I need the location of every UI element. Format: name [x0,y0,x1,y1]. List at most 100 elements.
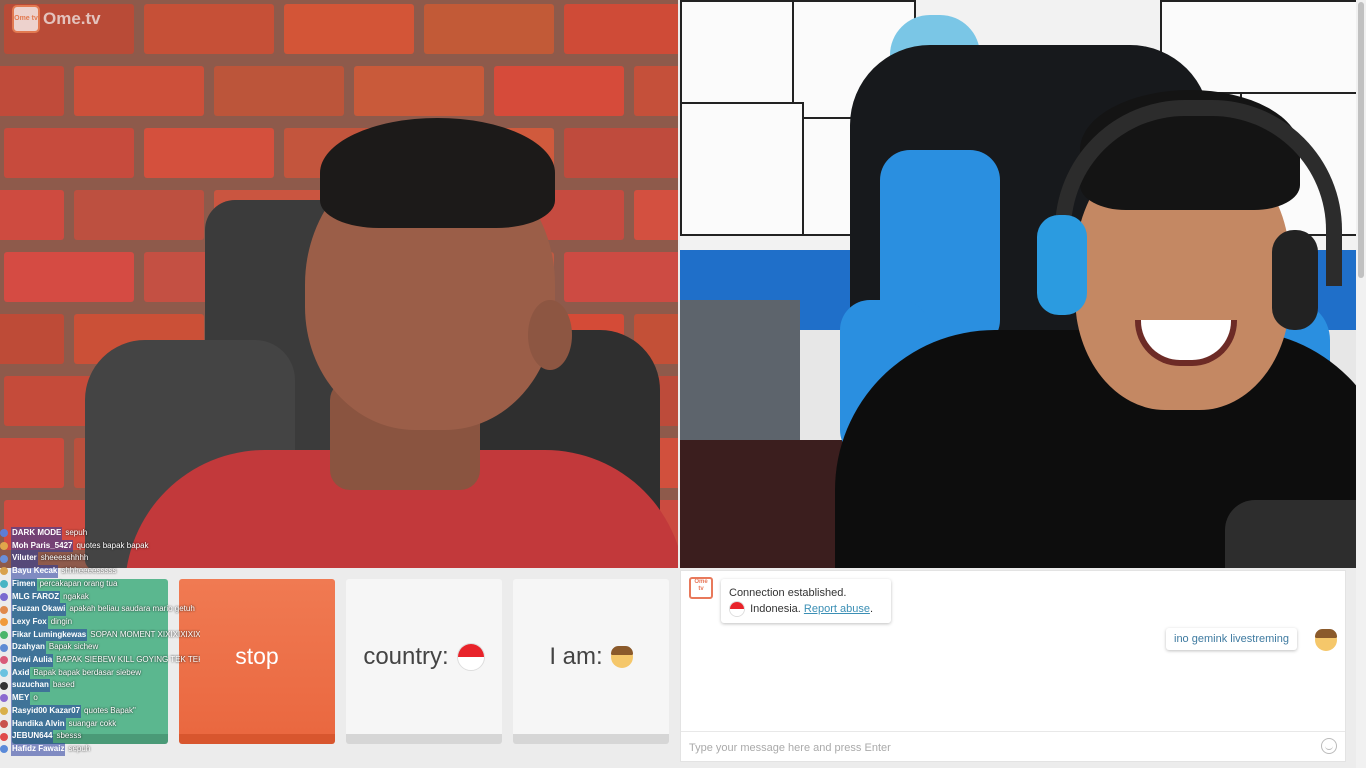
partner-hair [320,118,555,228]
chat-avatar-icon [0,745,8,754]
brick [634,190,678,240]
indonesia-flag-icon [456,642,485,671]
stream-chat-line: MLG FAROZ ngakak [0,590,200,604]
chat-message: dingin [50,616,73,626]
chat-message: suangar cokk [68,718,117,728]
user-message: ino gemink livestreming [1166,628,1297,650]
chat-avatar-icon [0,630,8,639]
brick [214,66,344,116]
stream-chat-line: Viluter sheeesshhhh [0,552,200,566]
manga-panel [680,0,794,104]
country-label: country: [363,642,449,670]
brick [4,252,134,302]
chat-author: Rasyid00 Kazar07 [11,704,82,718]
partner-video: Ome tv Ome.tv [0,0,678,568]
chat-author: Bayu Kecak [11,565,59,578]
stream-chat-line: suzuchan based [0,679,200,693]
stream-chat-line: Moh Paris_5427 quotes bapak bapak [0,539,200,553]
report-abuse-link[interactable]: Report abuse [804,603,870,615]
brick [564,252,678,302]
stream-chat-line: Hafidz Fawaiz sepuh [0,742,200,756]
brick [0,438,64,488]
chat-avatar-icon [0,719,8,728]
chat-author: DARK MODE [11,527,63,540]
chat-message: based [52,680,75,690]
chat-author: Handika Alvin [11,717,66,731]
indonesia-flag-icon [729,601,745,618]
chat-message: sepuh [68,743,91,753]
brick [564,128,678,178]
chat-avatar-icon [0,681,8,690]
chat-message: sepuh [65,528,88,537]
chat-message: o [33,693,38,703]
self-video [680,0,1356,568]
report-period: . [869,603,873,615]
mesh-chair [1225,500,1356,568]
headphones-right [1272,230,1318,330]
stream-chat-line: Bayu Kecak shhheeeesssss [0,565,200,578]
stream-chat-line: JEBUN644 sbesss [0,730,200,743]
message-input[interactable] [687,738,1311,758]
logo-icon: Ome tv [12,5,40,33]
chat-author: Lexy Fox [11,615,48,629]
brick [0,314,64,364]
man-emoji-icon [1315,629,1337,651]
stream-chat-line: Lexy Fox dingin [0,615,200,629]
stream-chat-line: Fimen percakapan orang tua [0,577,200,591]
chat-author: Fimen [11,577,37,591]
chat-message: ngakak [63,591,89,601]
chat-message: Bapak sichew [48,642,99,652]
stop-button[interactable]: stop [179,579,335,744]
brick [144,4,274,54]
chat-message: quotes bapak bapak [76,540,149,550]
connection-status: Connection established. [729,587,847,599]
chat-message: quotes Bapak" [84,705,136,715]
man-emoji-icon [610,645,633,668]
ometv-system-icon: Ome tv [689,577,713,599]
chat-message: apakah beliau saudara mario getuh [69,604,195,614]
brick [284,4,414,54]
chat-avatar-icon [0,618,8,627]
chat-avatar-icon [0,542,8,551]
logo-text: Ome.tv [43,9,101,28]
stream-chat-line: Rasyid00 Kazar07 quotes Bapak" [0,704,200,718]
brick [74,190,204,240]
chat-author: MLG FAROZ [11,590,61,604]
iam-label: I am: [549,642,603,670]
country-selector[interactable]: country: [346,579,502,744]
stream-chat-line: Axid Bapak bapak berdasar siebew [0,666,200,680]
brick [4,128,134,178]
chat-input-bar [681,731,1345,761]
chat-avatar-icon [0,529,8,538]
chat-author: Fikar Lumingkewas [11,628,88,642]
chat-author: suzuchan [11,679,50,693]
chat-author: Moh Paris_5427 [11,539,74,553]
brick [0,66,64,116]
chat-avatar-icon [0,567,8,576]
chat-author: JEBUN644 [11,730,54,743]
stream-chat-line: Fikar Lumingkewas SOPAN MOMENT XIXIXIXIXI… [0,628,200,642]
scrollbar-thumb[interactable] [1358,2,1364,278]
chat-avatar-icon [0,707,8,716]
brick [634,66,678,116]
brick [494,66,624,116]
gender-selector[interactable]: I am: [513,579,669,744]
country-name: Indonesia. [750,603,801,615]
stream-chat-line: Handika Alvin suangar cokk [0,717,200,731]
partner-ear [528,300,572,370]
ometv-logo: Ome tv Ome.tv [12,5,101,33]
headphones-left [1037,215,1087,315]
chat-message: shhheeeesssss [61,566,117,576]
brick [74,66,204,116]
manga-panel [680,102,804,236]
brick [354,66,484,116]
chat-panel: Ome tv Connection established. Indonesia… [680,570,1346,762]
smiley-icon[interactable] [1321,738,1337,754]
chat-message: Bapak bapak berdasar siebew [33,667,141,677]
chat-avatar-icon [0,656,8,665]
chat-message: SOPAN MOMENT XIXIXIXIXIXI [90,629,200,639]
stream-chat-line: MEY o [0,692,200,705]
chat-author: Axid [11,666,31,680]
chat-avatar-icon [0,669,8,678]
chat-message: sbesss [56,731,82,741]
